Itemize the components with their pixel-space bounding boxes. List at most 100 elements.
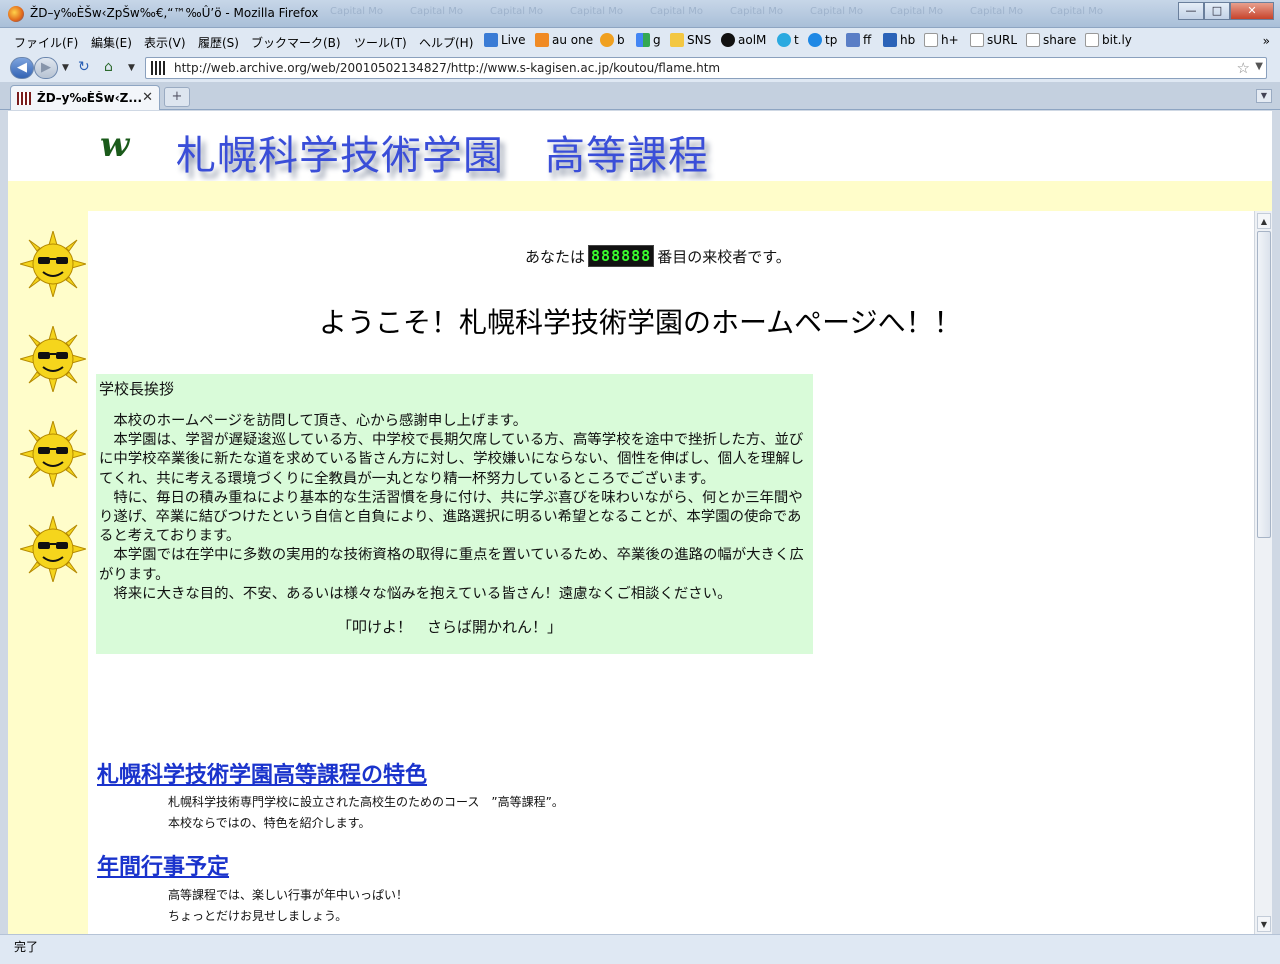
bookmarks-overflow-chevron-icon[interactable]: » bbox=[1263, 34, 1270, 48]
url-dropdown-icon[interactable]: ▼ bbox=[1255, 61, 1263, 72]
visitor-counter: 888888 bbox=[588, 245, 655, 267]
window-title: ŽD–y‰ÈŠw‹ZpŠw‰€,“™‰Û’ö - Mozilla Firefox bbox=[30, 6, 319, 20]
minimize-button[interactable]: — bbox=[1178, 2, 1204, 20]
bookmark-b[interactable]: b bbox=[600, 33, 625, 47]
sun-sunglasses-icon bbox=[20, 231, 86, 297]
bookmark-bitly[interactable]: bit.ly bbox=[1085, 33, 1132, 47]
menu-history[interactable]: 履歴(S) bbox=[198, 34, 239, 51]
aol-icon bbox=[721, 33, 735, 47]
tab-bar: ŽD–y‰ÈŠw‹Z... ✕ + ▼ bbox=[0, 82, 1280, 110]
vertical-scrollbar[interactable]: ▲ ▼ bbox=[1254, 211, 1272, 934]
page-content: w 札幌科学技術学園 高等課程 あなたは 888888 番目の来校者です。 よう… bbox=[8, 111, 1272, 934]
visitor-prefix: あなたは bbox=[525, 247, 586, 266]
menu-bar: ファイル(F) 編集(E) 表示(V) 履歴(S) ブックマーク(B) ツール(… bbox=[0, 28, 1280, 54]
visitor-suffix: 番目の来校者です。 bbox=[657, 247, 791, 266]
friendfeed-icon bbox=[846, 33, 860, 47]
menu-tools[interactable]: ツール(T) bbox=[354, 34, 407, 51]
greeting-slogan: 「叩けよ！ さらば開かれん！」 bbox=[337, 618, 563, 637]
left-sidebar-frame bbox=[8, 211, 88, 934]
ghost-tab-label: Capital Mo bbox=[810, 6, 863, 17]
menu-bookmarks[interactable]: ブックマーク(B) bbox=[251, 34, 341, 51]
folder-icon bbox=[670, 33, 684, 47]
bookmark-ff[interactable]: ff bbox=[846, 33, 871, 47]
forward-button[interactable]: ▶ bbox=[34, 57, 58, 79]
ghost-tab-label: Capital Mo bbox=[1050, 6, 1103, 17]
au-one-icon bbox=[535, 33, 549, 47]
status-text: 完了 bbox=[14, 940, 39, 954]
greeting-body: 本校のホームページを訪問して頂き、心から感謝申し上げます。 本学園は、学習が遅疑… bbox=[99, 413, 805, 602]
banner-frame: w 札幌科学技術学園 高等課程 bbox=[8, 111, 1272, 181]
main-frame: あなたは 888888 番目の来校者です。 ようこそ！札幌科学技術学園のホームペ… bbox=[88, 211, 1254, 934]
menu-edit[interactable]: 編集(E) bbox=[91, 34, 132, 51]
features-description: 札幌科学技術専門学校に設立された高校生のためのコース ”高等課程”。 本校ならで… bbox=[168, 792, 564, 834]
url-text: http://web.archive.org/web/2001050213482… bbox=[174, 61, 721, 75]
greeting-title: 学校長挨拶 bbox=[99, 380, 175, 398]
home-icon[interactable]: ⌂ bbox=[104, 59, 113, 75]
bookmark-h-plus[interactable]: h+ bbox=[924, 33, 959, 47]
page-icon bbox=[1085, 33, 1099, 47]
tab-active[interactable]: ŽD–y‰ÈŠw‹Z... ✕ bbox=[10, 85, 160, 110]
annual-events-link[interactable]: 年間行事予定 bbox=[97, 849, 229, 881]
close-window-button[interactable]: ✕ bbox=[1230, 2, 1274, 20]
navigation-bar: ◀ ▶ ▼ ↻ ⌂ ▼ http://web.archive.org/web/2… bbox=[0, 54, 1280, 82]
school-logo: w bbox=[100, 125, 130, 165]
banner-title: 札幌科学技術学園 高等課程 bbox=[176, 133, 709, 179]
menu-file[interactable]: ファイル(F) bbox=[14, 34, 78, 51]
ghost-tab-label: Capital Mo bbox=[410, 6, 463, 17]
ghost-tab-label: Capital Mo bbox=[330, 6, 383, 17]
bookmark-hb[interactable]: hb bbox=[883, 33, 915, 47]
address-bar[interactable]: http://web.archive.org/web/2001050213482… bbox=[145, 57, 1267, 79]
banner-strip bbox=[8, 181, 1272, 211]
bookmark-t[interactable]: t bbox=[777, 33, 799, 47]
bookmark-aolm[interactable]: aolM bbox=[721, 33, 766, 47]
blogger-icon bbox=[600, 33, 614, 47]
twitter-bird-icon bbox=[777, 33, 791, 47]
target-icon bbox=[808, 33, 822, 47]
page-icon bbox=[970, 33, 984, 47]
bookmark-sns[interactable]: SNS bbox=[670, 33, 711, 47]
close-tab-icon[interactable]: ✕ bbox=[142, 90, 153, 105]
scrollbar-thumb[interactable] bbox=[1257, 231, 1271, 538]
sun-sunglasses-icon bbox=[20, 326, 86, 392]
status-bar: 完了 bbox=[0, 934, 1280, 964]
menu-help[interactable]: ヘルプ(H) bbox=[419, 34, 473, 51]
welcome-heading: ようこそ！札幌科学技術学園のホームページへ！！ bbox=[319, 306, 962, 339]
bookmark-live[interactable]: Live bbox=[484, 33, 526, 47]
annual-events-description: 高等課程では、楽しい行事が年中いっぱい！ ちょっとだけお見せしましょう。 bbox=[168, 885, 408, 927]
tab-label: ŽD–y‰ÈŠw‹Z... bbox=[37, 91, 142, 105]
scroll-down-icon[interactable]: ▼ bbox=[1257, 916, 1271, 932]
principal-greeting-box: 学校長挨拶 本校のホームページを訪問して頂き、心から感謝申し上げます。 本学園は… bbox=[96, 374, 813, 654]
events-desc-line: 高等課程では、楽しい行事が年中いっぱい！ bbox=[168, 888, 409, 902]
ghost-tab-label: Capital Mo bbox=[970, 6, 1023, 17]
menu-view[interactable]: 表示(V) bbox=[144, 34, 186, 51]
site-favicon-icon bbox=[151, 61, 167, 75]
tab-list-icon[interactable]: ▼ bbox=[1256, 89, 1272, 103]
bookmark-g[interactable]: g bbox=[636, 33, 661, 47]
features-desc-line: 札幌科学技術専門学校に設立された高校生のためのコース ”高等課程”。 bbox=[168, 795, 564, 809]
ghost-tab-label: Capital Mo bbox=[890, 6, 943, 17]
ghost-tab-label: Capital Mo bbox=[730, 6, 783, 17]
tab-favicon-icon bbox=[17, 92, 31, 105]
features-desc-line: 本校ならではの、特色を紹介します。 bbox=[168, 816, 371, 830]
scroll-up-icon[interactable]: ▲ bbox=[1257, 213, 1271, 229]
reload-icon[interactable]: ↻ bbox=[78, 59, 90, 75]
bookmark-surl[interactable]: sURL bbox=[970, 33, 1017, 47]
home-dropdown-icon[interactable]: ▼ bbox=[128, 63, 135, 73]
new-tab-button[interactable]: + bbox=[164, 87, 190, 107]
window-titlebar: ŽD–y‰ÈŠw‹ZpŠw‰€,“™‰Û’ö - Mozilla Firefox… bbox=[0, 0, 1280, 28]
maximize-button[interactable]: □ bbox=[1204, 2, 1230, 20]
sun-sunglasses-icon bbox=[20, 421, 86, 487]
bookmark-star-icon[interactable]: ☆ bbox=[1237, 59, 1250, 77]
google-icon bbox=[636, 33, 650, 47]
visitor-counter-line: あなたは 888888 番目の来校者です。 bbox=[525, 245, 791, 267]
events-desc-line: ちょっとだけお見せしましょう。 bbox=[168, 909, 348, 923]
history-dropdown-icon[interactable]: ▼ bbox=[62, 63, 69, 73]
sun-sunglasses-icon bbox=[20, 516, 86, 582]
bookmark-au-one[interactable]: au one bbox=[535, 33, 593, 47]
features-link[interactable]: 札幌科学技術学園高等課程の特色 bbox=[97, 757, 427, 789]
bookmark-tp[interactable]: tp bbox=[808, 33, 837, 47]
bookmark-share[interactable]: share bbox=[1026, 33, 1076, 47]
ghost-tab-label: Capital Mo bbox=[650, 6, 703, 17]
back-button[interactable]: ◀ bbox=[10, 57, 34, 79]
page-icon bbox=[1026, 33, 1040, 47]
